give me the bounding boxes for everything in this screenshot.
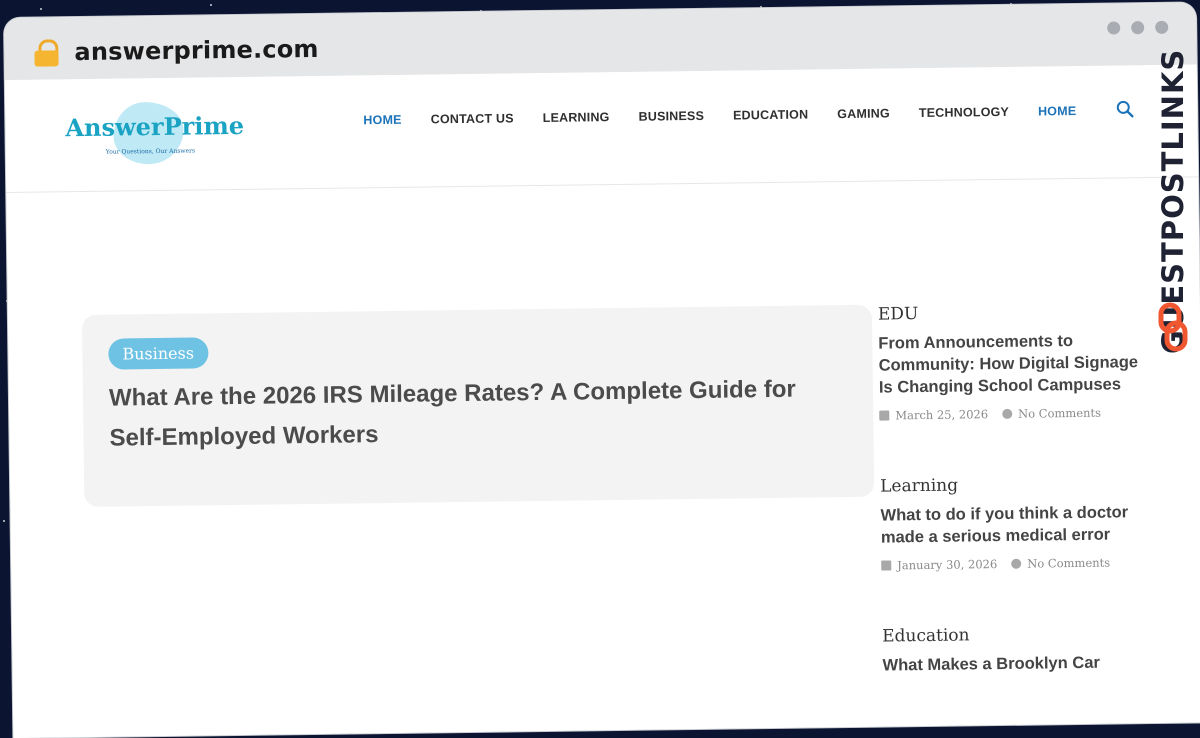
category-badge[interactable]: Business [108, 337, 209, 370]
site-header: AnswerPrime Your Questions, Our Answers … [4, 64, 1199, 193]
post-title[interactable]: What Makes a Brooklyn Car [882, 651, 1152, 677]
featured-post-card[interactable]: Business What Are the 2026 IRS Mileage R… [81, 304, 875, 507]
window-dot-1[interactable] [1107, 21, 1121, 35]
sidebar-post: Learning What to do if you think a docto… [880, 473, 1151, 573]
nav-business[interactable]: BUSINESS [638, 109, 704, 124]
recent-posts-sidebar: EDU From Announcements to Community: How… [878, 301, 1154, 730]
chain-link-icon [1158, 302, 1188, 352]
post-comments[interactable]: No Comments [1018, 406, 1101, 421]
address-bar-url[interactable]: answerprime.com [74, 35, 319, 66]
nav-education[interactable]: EDUCATION [733, 107, 808, 122]
window-dot-2[interactable] [1131, 21, 1145, 35]
site-logo[interactable]: AnswerPrime Your Questions, Our Answers [65, 99, 246, 167]
main-content: Business What Are the 2026 IRS Mileage R… [6, 177, 1200, 738]
search-icon[interactable] [1115, 99, 1135, 119]
nav-home-2[interactable]: HOME [1038, 104, 1076, 119]
nav-contact-us[interactable]: CONTACT US [431, 111, 514, 126]
post-title[interactable]: What to do if you think a doctor made a … [880, 501, 1151, 549]
logo-text: AnswerPrime [65, 110, 245, 143]
post-comments[interactable]: No Comments [1027, 556, 1110, 571]
nav-home[interactable]: HOME [363, 113, 401, 128]
window-dot-3[interactable] [1155, 20, 1169, 34]
logo-tagline: Your Questions, Our Answers [105, 147, 196, 156]
featured-post-title[interactable]: What Are the 2026 IRS Mileage Rates? A C… [109, 369, 840, 459]
comment-icon [1002, 408, 1013, 419]
nav-learning[interactable]: LEARNING [543, 110, 610, 125]
post-date: March 25, 2026 [895, 407, 989, 423]
post-category[interactable]: EDU [878, 301, 1148, 325]
nav-technology[interactable]: TECHNOLOGY [919, 105, 1009, 120]
main-navigation: HOME CONTACT US LEARNING BUSINESS EDUCAT… [363, 104, 1105, 128]
post-meta: March 25, 2026 No Comments [879, 405, 1149, 423]
web-page: AnswerPrime Your Questions, Our Answers … [4, 64, 1200, 738]
post-date: January 30, 2026 [897, 557, 998, 573]
post-meta: January 30, 2026 No Comments [881, 555, 1151, 573]
calendar-icon [879, 410, 890, 421]
post-category[interactable]: Education [882, 623, 1152, 646]
post-category[interactable]: Learning [880, 473, 1150, 497]
sidebar-post: EDU From Announcements to Community: How… [878, 301, 1150, 423]
window-controls [1107, 20, 1169, 35]
post-title[interactable]: From Announcements to Community: How Dig… [878, 329, 1149, 399]
nav-gaming[interactable]: GAMING [837, 106, 890, 121]
comment-icon [1011, 558, 1022, 569]
sidebar-post: Education What Makes a Brooklyn Car [882, 623, 1153, 677]
browser-window: answerprime.com AnswerPrime Your Questio… [4, 2, 1200, 738]
lock-icon [34, 39, 59, 67]
calendar-icon [881, 560, 892, 571]
